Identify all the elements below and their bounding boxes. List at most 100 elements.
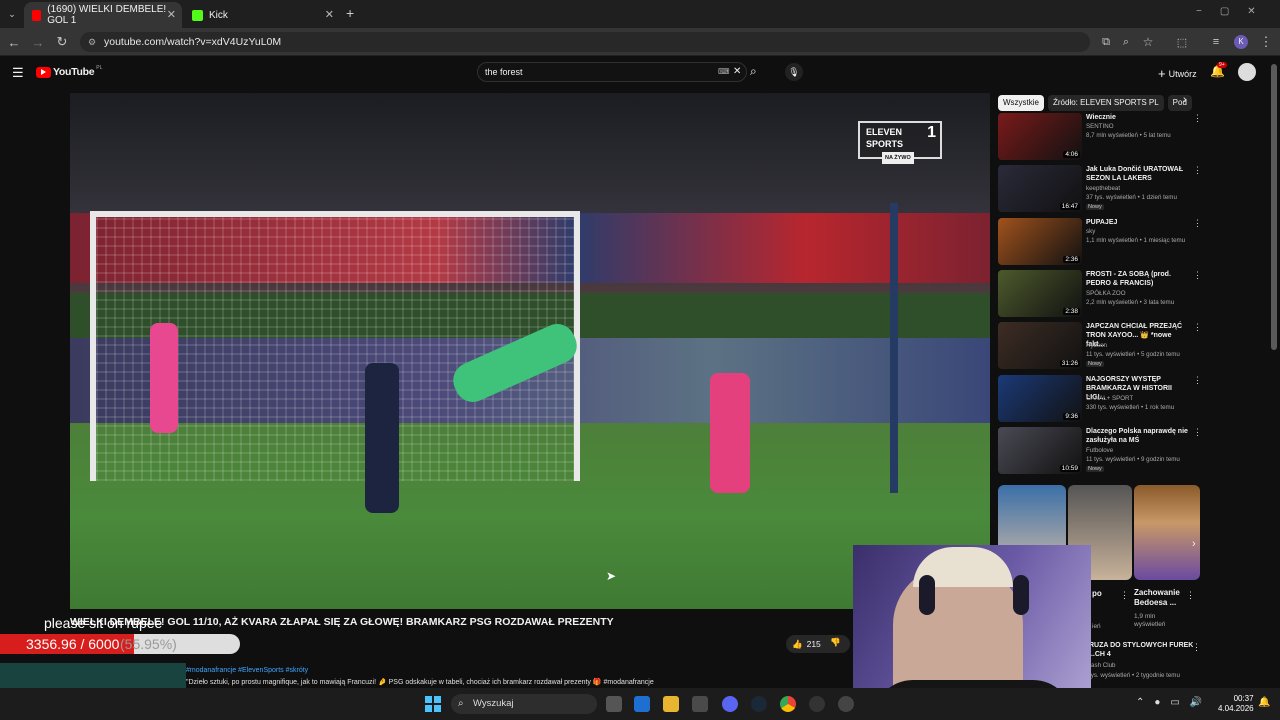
thumbs-up-icon: 👍 (792, 638, 803, 649)
scrollbar[interactable] (1271, 64, 1277, 350)
player-navy (365, 363, 399, 513)
rec-title[interactable]: Dlaczego Polska naprawdę nie zasłużyła n… (1086, 427, 1191, 445)
windows-start-icon[interactable] (425, 696, 441, 712)
cast-icon[interactable]: ⧉ (1096, 32, 1116, 52)
last-rec-channel: rash Club (1089, 662, 1116, 669)
create-button[interactable]: + Utwórz (1158, 66, 1197, 81)
voice-search-icon[interactable]: 🎙 (785, 63, 803, 81)
obs-icon[interactable] (809, 696, 825, 712)
plus-icon: + (1158, 66, 1166, 81)
site-info-icon[interactable]: ⚙ (88, 32, 96, 52)
rec-thumbnail[interactable]: 31:26 (998, 322, 1082, 369)
rec-title[interactable]: FROSTI - ZA SOBĄ (prod. PEDRO & FRANCIS) (1086, 270, 1191, 288)
rec-video-item[interactable]: 16:47 Jak Luka Dončić URATOWAŁ SEZON LA L… (998, 165, 1203, 215)
rec-channel[interactable]: SPÓŁKA ZOO (1086, 290, 1201, 297)
rec-channel[interactable]: Futbolove (1086, 447, 1201, 454)
short-thumb-3[interactable] (1134, 485, 1200, 580)
account-avatar[interactable] (1238, 63, 1256, 81)
chip-more[interactable]: Pod (1167, 95, 1192, 111)
rec-channel[interactable]: SENTINO (1086, 123, 1201, 130)
back-icon[interactable]: ← (4, 32, 24, 52)
tab-kick[interactable]: Kick ✕ (184, 2, 340, 28)
steam-icon[interactable] (751, 696, 767, 712)
filter-chips: Wszystkie Źródło: ELEVEN SPORTS PL Pod (998, 92, 1196, 111)
rec-title[interactable]: Jak Luka Dončić URATOWAŁ SEZON LA LAKERS (1086, 165, 1191, 183)
like-button[interactable]: 👍 215 👎 (786, 635, 850, 653)
profile-avatar[interactable]: K (1234, 35, 1248, 49)
rec-channel[interactable]: sky (1086, 228, 1201, 235)
file-explorer-icon[interactable] (663, 696, 679, 712)
rec-thumbnail[interactable]: 4:06 (998, 113, 1082, 160)
overlay-message: please sit on rupee (44, 615, 163, 631)
keyboard-icon[interactable]: ⌨ (718, 63, 730, 81)
rec-menu-icon[interactable]: ⋮ (1193, 270, 1202, 281)
notifications-icon[interactable]: 🔔 (1258, 697, 1270, 708)
rec-thumbnail[interactable]: 9:36 (998, 375, 1082, 422)
rec-video-item[interactable]: 9:36 NAJGORSZY WYSTĘP BRAMKARZA W HISTORI… (998, 375, 1203, 425)
taskbar-clock[interactable]: 00:37 4.04.2026 (1218, 694, 1254, 714)
rec-thumbnail[interactable]: 2:38 (998, 270, 1082, 317)
chrome-icon[interactable] (780, 696, 796, 712)
menu-kebab-icon[interactable]: ⋮ (1256, 32, 1276, 52)
rec-menu-icon[interactable]: ⋮ (1193, 113, 1202, 124)
rec-video-item[interactable]: 2:38 FROSTI - ZA SOBĄ (prod. PEDRO & FRAN… (998, 270, 1203, 320)
chips-next-icon[interactable]: › (1183, 94, 1187, 106)
rec-thumbnail[interactable]: 10:59 (998, 427, 1082, 474)
rec-channel[interactable]: CANAL+ SPORT (1086, 395, 1201, 402)
tab-youtube[interactable]: (1690) WIELKI DEMBELE! GOL 1 ✕ (24, 2, 182, 28)
bookmark-star-icon[interactable]: ☆ (1138, 32, 1158, 52)
rec-menu-icon[interactable]: ⋮ (1193, 218, 1202, 229)
zoom-icon[interactable]: ⌕ (1116, 32, 1136, 52)
discord-icon[interactable] (722, 696, 738, 712)
pole (890, 203, 898, 493)
hamburger-menu-icon[interactable]: ☰ (12, 65, 24, 81)
search-icon[interactable]: ⌕ (750, 64, 757, 79)
rec-channel[interactable]: keepthebeat (1086, 185, 1201, 192)
tab-search-chevron-icon[interactable]: ⌄ (2, 4, 22, 24)
address-bar[interactable]: ⚙ youtube.com/watch?v=xdV4UzYuL0M (80, 32, 1090, 52)
region-code: PL (96, 65, 103, 71)
store-icon[interactable] (692, 696, 708, 712)
outlook-icon[interactable] (634, 696, 650, 712)
video-player[interactable] (70, 93, 990, 609)
chip-all[interactable]: Wszystkie (998, 95, 1044, 111)
description-tags[interactable]: #modanafrancje #ElevenSports #skróty (186, 667, 308, 674)
rec-thumbnail[interactable]: 16:47 (998, 165, 1082, 212)
rec-video-item[interactable]: 2:36 PUPAJEJ sky 1,1 mln wyświetleń • 1 mie… (998, 218, 1203, 268)
close-tab-icon[interactable]: ✕ (325, 8, 334, 21)
rec-meta: 11 tys. wyświetleń • 9 godzin temu (1086, 456, 1180, 463)
rec-channel[interactable]: Rybson (1086, 342, 1201, 349)
rec-title[interactable]: PUPAJEJ (1086, 218, 1191, 227)
last-rec-title[interactable]: RUZA DO STYLOWYCH FUREK ...CH 4 (1089, 641, 1199, 659)
new-tab-button[interactable]: + (346, 5, 354, 21)
rec-title[interactable]: Wiecznie (1086, 113, 1191, 122)
chip-source[interactable]: Źródło: ELEVEN SPORTS PL (1048, 95, 1164, 111)
close-tab-icon[interactable]: ✕ (167, 8, 176, 21)
clear-search-icon[interactable]: ✕ (733, 63, 741, 81)
system-tray-icons[interactable]: ⌃●▭🔊 (1136, 697, 1212, 708)
reading-list-icon[interactable]: ≡ (1206, 32, 1226, 52)
rec-menu-icon[interactable]: ⋮ (1193, 427, 1202, 438)
app-icon[interactable] (838, 696, 854, 712)
thumbs-down-icon[interactable]: 👎 (830, 637, 841, 648)
youtube-logo[interactable]: YouTube PL (36, 65, 103, 78)
reload-icon[interactable]: ↻ (52, 32, 72, 52)
rec-menu-icon[interactable]: ⋮ (1193, 322, 1202, 333)
rec-video-item[interactable]: 4:06 Wiecznie SENTINO 8,7 mln wyświetleń • … (998, 113, 1203, 163)
rec-menu-icon[interactable]: ⋮ (1193, 375, 1202, 386)
search-input[interactable]: the forest ⌨ ✕ (477, 62, 747, 82)
short-partial-menu-icon[interactable]: ⋮ (1120, 590, 1129, 601)
extensions-icon[interactable]: ⬚ (1172, 32, 1192, 52)
last-rec-menu-icon[interactable]: ⋮ (1192, 642, 1201, 653)
forward-icon[interactable]: → (28, 32, 48, 52)
short-menu-icon[interactable]: ⋮ (1186, 590, 1195, 601)
rec-video-item[interactable]: 10:59 Dlaczego Polska naprawdę nie zasłuż… (998, 427, 1203, 477)
rec-thumbnail[interactable]: 2:36 (998, 218, 1082, 265)
rec-video-item[interactable]: 31:26 JAPCZAN CHCIAŁ PRZEJĄĆ TRON XAYOO..… (998, 322, 1203, 372)
window-controls[interactable]: −▢✕ (1196, 6, 1274, 17)
rec-new-badge: Nowy (1086, 204, 1104, 210)
shorts-next-icon[interactable]: › (1192, 538, 1196, 550)
task-view-icon[interactable] (606, 696, 622, 712)
taskbar-search[interactable]: ⌕ Wyszukaj (451, 694, 597, 714)
rec-menu-icon[interactable]: ⋮ (1193, 165, 1202, 176)
